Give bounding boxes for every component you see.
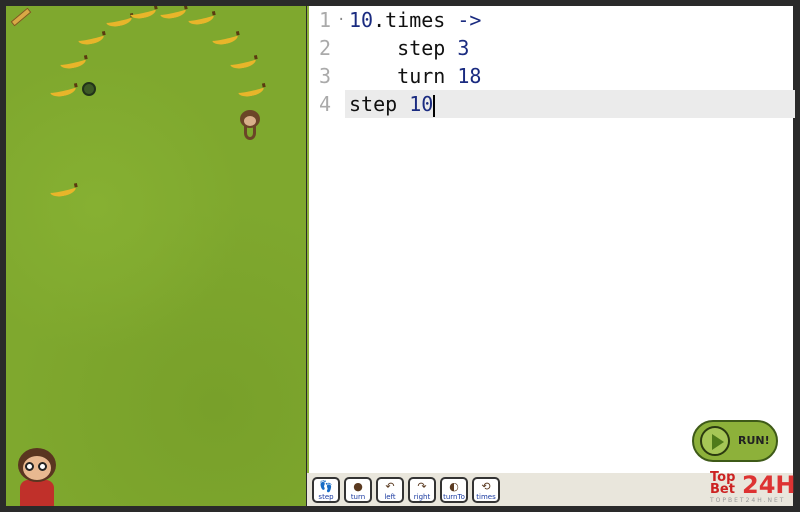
code-token: 18: [457, 64, 482, 88]
button-label: turn: [350, 493, 366, 501]
footprints-icon: 👣: [319, 480, 333, 493]
line-number: 4: [319, 92, 332, 116]
banana: [229, 53, 257, 71]
code-token: 3: [457, 36, 470, 60]
code-editor[interactable]: 1 · 10.times -> 2 step 3 3 turn 18 4 ste…: [307, 6, 795, 473]
ruler-icon: [10, 7, 32, 27]
banana: [159, 6, 187, 21]
turn-command-button[interactable]: ● turn: [344, 477, 372, 503]
line-number: 2: [319, 36, 332, 60]
monkey-turn-icon: ●: [353, 480, 363, 493]
code-token: step: [349, 92, 410, 116]
code-line-3[interactable]: 3 turn 18: [309, 62, 795, 90]
code-line-4[interactable]: 4 step 10: [309, 90, 795, 118]
turn-to-icon: ◐: [449, 480, 459, 493]
code-token: 10: [409, 92, 434, 116]
code-token: turn: [349, 64, 458, 88]
loop-icon: ⟲: [481, 480, 491, 493]
turtle-sprite: [82, 82, 96, 96]
banana: [211, 29, 239, 47]
banana: [129, 6, 157, 21]
banana: [187, 9, 215, 27]
play-icon: [700, 426, 730, 456]
monkey-sprite: [236, 110, 264, 140]
run-label: RUN!: [738, 434, 770, 447]
game-stage: [6, 6, 306, 506]
banana: [105, 11, 133, 29]
code-token: ->: [457, 8, 482, 32]
code-token: .times: [373, 8, 458, 32]
banana: [237, 81, 265, 99]
code-token: 10: [349, 8, 374, 32]
code-line-2[interactable]: 2 step 3: [309, 34, 795, 62]
banana: [49, 81, 77, 99]
step-command-button[interactable]: 👣 step: [312, 477, 340, 503]
button-label: step: [318, 493, 334, 501]
turnto-command-button[interactable]: ◐ turnTo: [440, 477, 468, 503]
times-command-button[interactable]: ⟲ times: [472, 477, 500, 503]
button-label: times: [476, 493, 496, 501]
watermark-text: 24H: [742, 471, 796, 499]
banana: [77, 29, 105, 47]
arrow-right-icon: ↷: [417, 480, 427, 493]
line-number: 3: [319, 64, 332, 88]
watermark-text: Top Bet: [710, 470, 736, 497]
button-label: left: [384, 493, 396, 501]
fold-marker[interactable]: ·: [337, 6, 345, 34]
text-cursor: [433, 94, 436, 117]
watermark-logo: Top Bet 24H TOPBET24H.NET: [708, 470, 796, 506]
code-token: step: [349, 36, 458, 60]
code-line-1[interactable]: 1 · 10.times ->: [309, 6, 795, 34]
banana: [49, 181, 77, 199]
character-avatar: [14, 448, 60, 506]
left-command-button[interactable]: ↶ left: [376, 477, 404, 503]
right-command-button[interactable]: ↷ right: [408, 477, 436, 503]
banana: [59, 53, 87, 71]
run-button[interactable]: RUN!: [692, 420, 778, 462]
arrow-left-icon: ↶: [385, 480, 395, 493]
button-label: right: [413, 493, 431, 501]
watermark-text: TOPBET24H.NET: [710, 497, 786, 504]
button-label: turnTo: [443, 493, 465, 501]
